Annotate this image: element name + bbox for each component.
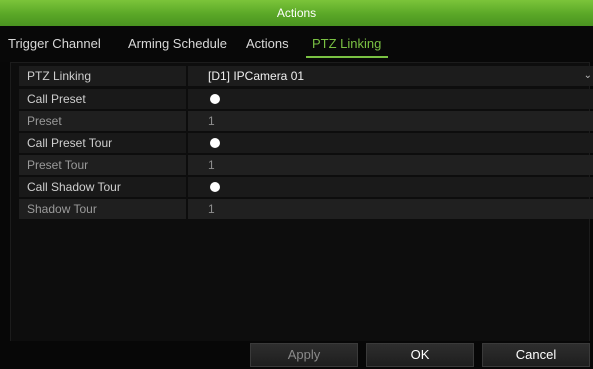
- tab-bar: Trigger Channel Arming Schedule Actions …: [0, 26, 593, 62]
- ptz-linking-row: PTZ Linking [D1] IPCamera 01 ⌄: [19, 66, 593, 86]
- cancel-button[interactable]: Cancel: [482, 343, 590, 367]
- call-preset-tour-row: Call Preset Tour: [19, 133, 593, 153]
- tab-arming-schedule[interactable]: Arming Schedule: [128, 36, 227, 52]
- tab-ptz-linking[interactable]: PTZ Linking: [312, 36, 381, 52]
- preset-tour-value[interactable]: 1: [188, 155, 593, 175]
- tab-actions[interactable]: Actions: [246, 36, 289, 52]
- ptz-linking-label: PTZ Linking: [19, 66, 187, 86]
- chevron-down-icon[interactable]: ⌄: [584, 66, 592, 86]
- tab-trigger-channel[interactable]: Trigger Channel: [8, 36, 101, 52]
- dialog-footer: Apply OK Cancel: [0, 341, 593, 369]
- active-tab-indicator: [306, 56, 388, 58]
- ptz-linking-panel: PTZ Linking [D1] IPCamera 01 ⌄ Call Pres…: [10, 62, 593, 342]
- call-shadow-tour-row: Call Shadow Tour: [19, 177, 593, 197]
- preset-value[interactable]: 1: [188, 111, 593, 131]
- preset-tour-row: Preset Tour 1: [19, 155, 593, 175]
- preset-label: Preset: [19, 111, 187, 131]
- actions-dialog: Actions Trigger Channel Arming Schedule …: [0, 0, 593, 369]
- call-shadow-tour-label: Call Shadow Tour: [19, 177, 187, 197]
- call-shadow-tour-radio[interactable]: [210, 182, 220, 192]
- call-shadow-tour-value: [188, 177, 593, 197]
- shadow-tour-row: Shadow Tour 1: [19, 199, 593, 219]
- call-preset-tour-radio[interactable]: [210, 138, 220, 148]
- ptz-linking-value: [D1] IPCamera 01: [208, 69, 305, 83]
- call-preset-radio[interactable]: [210, 94, 220, 104]
- preset-row: Preset 1: [19, 111, 593, 131]
- apply-button[interactable]: Apply: [250, 343, 358, 367]
- call-preset-tour-value: [188, 133, 593, 153]
- call-preset-value: [188, 89, 593, 109]
- call-preset-label: Call Preset: [19, 89, 187, 109]
- ptz-linking-select[interactable]: [D1] IPCamera 01 ⌄: [188, 66, 593, 86]
- dialog-title: Actions: [0, 0, 593, 26]
- preset-tour-label: Preset Tour: [19, 155, 187, 175]
- call-preset-tour-label: Call Preset Tour: [19, 133, 187, 153]
- call-preset-row: Call Preset: [19, 89, 593, 109]
- ok-button[interactable]: OK: [366, 343, 474, 367]
- shadow-tour-label: Shadow Tour: [19, 199, 187, 219]
- shadow-tour-value[interactable]: 1: [188, 199, 593, 219]
